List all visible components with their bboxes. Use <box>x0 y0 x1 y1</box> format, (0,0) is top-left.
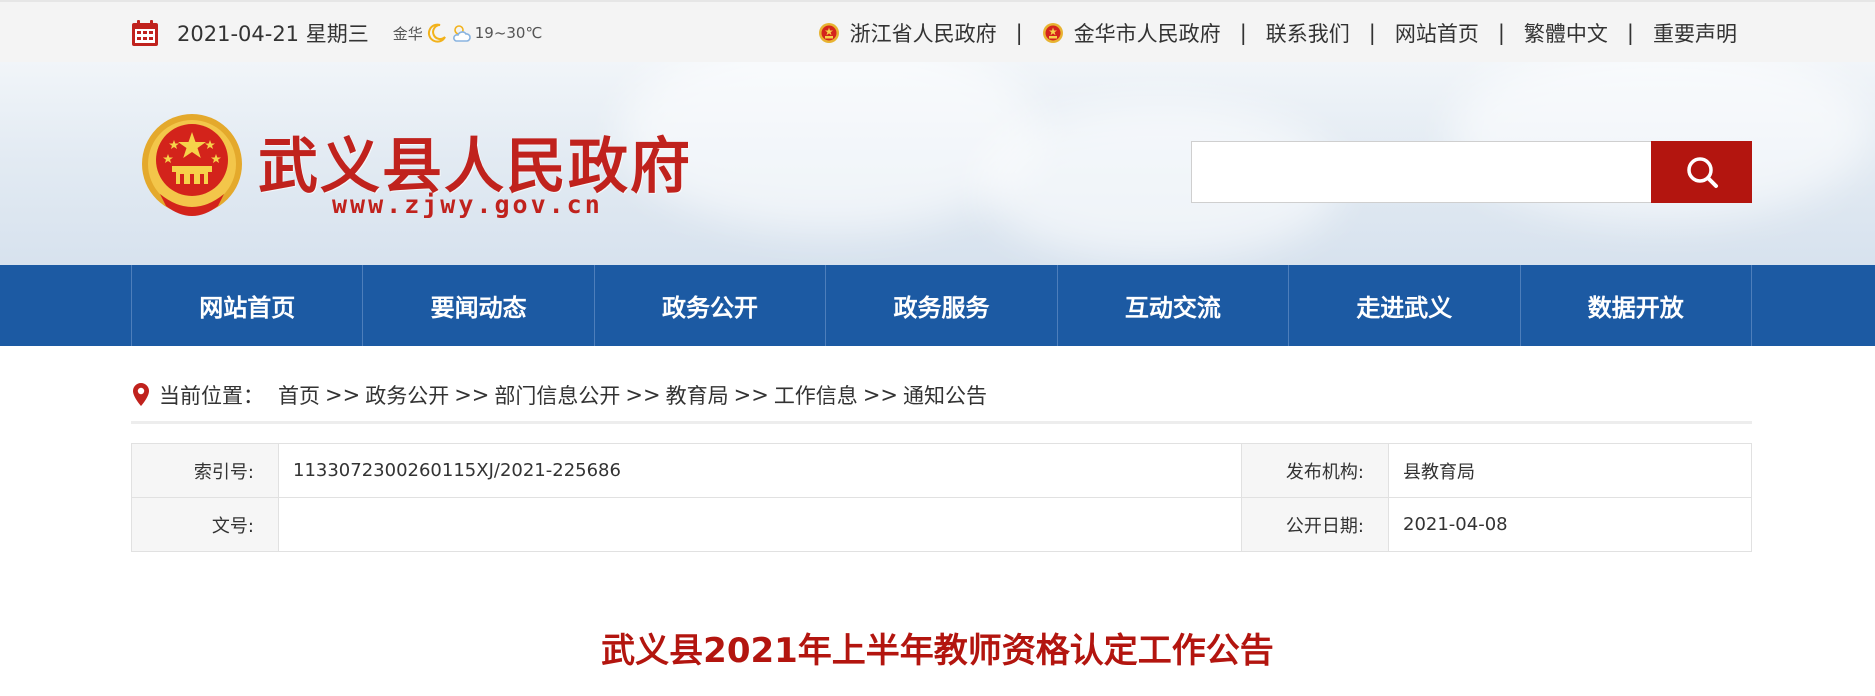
nav-news[interactable]: 要闻动态 <box>363 265 595 346</box>
partly-cloudy-icon <box>452 25 471 42</box>
index-number-value: 1133072300260115XJ/2021-225686 <box>278 443 1242 498</box>
breadcrumb-separator: >> <box>625 382 661 407</box>
separator: | <box>1497 21 1505 45</box>
breadcrumb-label: 当前位置： <box>159 383 264 408</box>
publisher-label: 发布机构: <box>1241 443 1389 498</box>
link-jinhua-gov[interactable]: 金华市人民政府 <box>1042 18 1221 48</box>
table-row: 文号: 公开日期: 2021-04-08 <box>131 497 1752 552</box>
breadcrumb-home[interactable]: 首页 <box>278 380 320 410</box>
breadcrumb-separator: >> <box>325 382 361 407</box>
national-emblem-icon <box>1042 23 1063 43</box>
separator: | <box>1626 21 1634 45</box>
breadcrumb-notices[interactable]: 通知公告 <box>903 380 987 410</box>
top-bar: 2021-04-21 星期三 金华 19~30℃ 浙江省人民政府 | 金华市人民… <box>0 0 1875 62</box>
breadcrumb-gov-affairs[interactable]: 政务公开 <box>365 380 449 410</box>
link-label: 浙江省人民政府 <box>849 22 997 46</box>
publish-date-label: 公开日期: <box>1241 497 1389 552</box>
breadcrumb: 当前位置： 首页 >> 政务公开 >> 部门信息公开 >> 教育局 >> 工作信… <box>131 368 1752 424</box>
breadcrumb-separator: >> <box>862 382 899 407</box>
table-row: 索引号: 1133072300260115XJ/2021-225686 发布机构… <box>131 443 1752 498</box>
document-number-label: 文号: <box>131 497 279 552</box>
date-weather: 2021-04-21 星期三 金华 19~30℃ <box>131 18 542 48</box>
breadcrumb-separator: >> <box>733 382 769 407</box>
moon-icon <box>427 23 446 43</box>
main-nav: 网站首页 要闻动态 政务公开 政务服务 互动交流 走进武义 数据开放 <box>0 265 1875 346</box>
article-title: 武义县2021年上半年教师资格认定工作公告 <box>601 631 1274 671</box>
separator: | <box>1015 21 1023 45</box>
header-banner: 武义县人民政府 www.zjwy.gov.cn <box>0 62 1875 265</box>
nav-open-data[interactable]: 数据开放 <box>1521 265 1752 346</box>
location-pin-icon <box>133 382 149 406</box>
nav-about-wuyi[interactable]: 走进武义 <box>1289 265 1521 346</box>
current-date: 2021-04-21 星期三 <box>177 22 369 46</box>
breadcrumb-separator: >> <box>454 382 490 407</box>
link-zhejiang-gov[interactable]: 浙江省人民政府 <box>818 18 997 48</box>
nav-gov-affairs[interactable]: 政务公开 <box>595 265 827 346</box>
national-emblem-logo[interactable] <box>140 110 244 222</box>
breadcrumb-education-bureau[interactable]: 教育局 <box>666 380 729 410</box>
publisher-value: 县教育局 <box>1388 443 1752 498</box>
link-contact-us[interactable]: 联系我们 <box>1266 18 1350 48</box>
nav-gov-services[interactable]: 政务服务 <box>826 265 1058 346</box>
link-traditional-chinese[interactable]: 繁體中文 <box>1524 18 1608 48</box>
link-important-notice[interactable]: 重要声明 <box>1653 18 1737 48</box>
search-button[interactable] <box>1651 141 1752 203</box>
nav-home[interactable]: 网站首页 <box>131 265 364 346</box>
document-info-table: 索引号: 1133072300260115XJ/2021-225686 发布机构… <box>131 443 1752 552</box>
search-icon <box>1686 157 1718 188</box>
index-number-label: 索引号: <box>131 443 279 498</box>
breadcrumb-dept-info[interactable]: 部门信息公开 <box>494 380 620 410</box>
weather-city: 金华 <box>392 24 423 43</box>
link-label: 金华市人民政府 <box>1073 22 1221 46</box>
calendar-icon <box>132 20 158 46</box>
breadcrumb-work-info[interactable]: 工作信息 <box>774 380 858 410</box>
link-site-home[interactable]: 网站首页 <box>1395 18 1479 48</box>
site-url: www.zjwy.gov.cn <box>332 190 603 219</box>
document-number-value <box>278 497 1242 552</box>
separator: | <box>1239 21 1247 45</box>
publish-date-value: 2021-04-08 <box>1388 497 1752 552</box>
top-links: 浙江省人民政府 | 金华市人民政府 | 联系我们 | 网站首页 | 繁體中文 |… <box>818 18 1737 48</box>
search-input[interactable] <box>1191 141 1652 203</box>
separator: | <box>1368 21 1376 45</box>
national-emblem-icon <box>818 23 839 43</box>
weather-temperature: 19~30℃ <box>474 24 543 42</box>
nav-interaction[interactable]: 互动交流 <box>1058 265 1290 346</box>
